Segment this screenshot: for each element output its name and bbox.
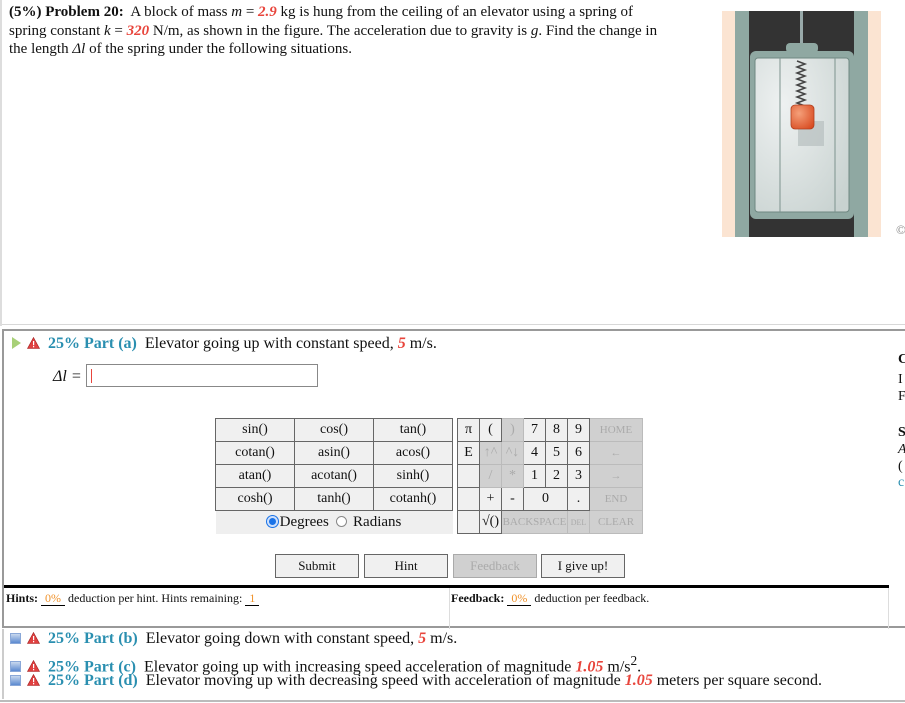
- key-right-arrow: →: [589, 464, 643, 488]
- calculator-keypad: sin() cos() tan() π ( ) 7 8 9 HOME cotan…: [215, 418, 643, 534]
- clipped-sidebar-text: A: [898, 442, 905, 458]
- key-cosh[interactable]: cosh(): [215, 487, 295, 511]
- key-superscript-down: ^↓: [501, 441, 524, 465]
- key-left-arrow: ←: [589, 441, 643, 465]
- problem-text: (5%) Problem 20: A block of mass m = 2.9…: [9, 4, 658, 57]
- key-atan[interactable]: atan(): [215, 464, 295, 488]
- key-home: HOME: [589, 418, 643, 442]
- clipped-sidebar-text: C: [898, 352, 905, 367]
- hint-deduction: 0%: [41, 591, 66, 606]
- clipped-sidebar-text: c: [898, 475, 905, 490]
- key-tanh[interactable]: tanh(): [294, 487, 374, 511]
- spring-constant-value: 320: [126, 22, 150, 39]
- key-multiply: *: [501, 464, 524, 488]
- elevator-figure: [720, 5, 883, 237]
- hints-info: Hints: 0% deduction per hint. Hints rema…: [6, 591, 260, 606]
- key-pi[interactable]: π: [457, 418, 480, 442]
- key-asin[interactable]: asin(): [294, 441, 374, 465]
- key-backspace: BACKSPACE: [501, 510, 568, 534]
- part-b-header[interactable]: 25% Part (b) Elevator going down with co…: [10, 630, 457, 648]
- text-caret: [91, 369, 92, 383]
- part-a-panel: 25% Part (a) Elevator going up with cons…: [2, 329, 905, 629]
- problem-weight: (5%): [9, 4, 42, 20]
- key-close-paren: ): [501, 418, 524, 442]
- submit-button[interactable]: Submit: [275, 554, 359, 578]
- clipped-sidebar-text: (: [898, 459, 903, 474]
- key-clear: CLEAR: [589, 510, 643, 534]
- part-a-percent: 25% Part (a): [48, 335, 137, 352]
- expand-arrow-icon[interactable]: [12, 337, 21, 349]
- copyright-symbol: ©: [896, 222, 905, 237]
- key-open-paren[interactable]: (: [479, 418, 502, 442]
- key-tan[interactable]: tan(): [373, 418, 453, 442]
- key-superscript-up: ↑^: [479, 441, 502, 465]
- key-decimal[interactable]: .: [567, 487, 590, 511]
- hint-feedback-bar: Hints: 0% deduction per hint. Hints rema…: [4, 585, 889, 629]
- speed-value: 5: [397, 335, 406, 352]
- collapsed-parts: 25% Part (b) Elevator going down with co…: [2, 629, 905, 699]
- expand-icon[interactable]: [10, 675, 21, 686]
- hint-button[interactable]: Hint: [364, 554, 448, 578]
- answer-input[interactable]: [86, 364, 318, 387]
- warning-icon: [27, 632, 40, 644]
- key-sinh[interactable]: sinh(): [373, 464, 453, 488]
- key-4[interactable]: 4: [523, 441, 546, 465]
- key-plus[interactable]: +: [479, 487, 502, 511]
- key-1[interactable]: 1: [523, 464, 546, 488]
- part-d-header[interactable]: 25% Part (d) Elevator moving up with dec…: [10, 672, 822, 690]
- radians-radio[interactable]: [336, 515, 348, 527]
- clipped-sidebar-text: S: [898, 425, 905, 440]
- feedback-button: Feedback: [453, 554, 537, 578]
- key-6[interactable]: 6: [567, 441, 590, 465]
- problem-statement: (5%) Problem 20: A block of mass m = 2.9…: [0, 0, 905, 326]
- expand-icon[interactable]: [10, 661, 21, 673]
- key-cos[interactable]: cos(): [294, 418, 374, 442]
- warning-icon: [27, 674, 40, 686]
- angle-mode-group: Degrees Radians: [215, 510, 453, 534]
- key-0[interactable]: 0: [523, 487, 568, 511]
- hints-remaining: 1: [245, 591, 260, 606]
- key-sqrt[interactable]: √(): [479, 510, 502, 534]
- key-blank: [457, 464, 480, 488]
- key-cotanh[interactable]: cotanh(): [373, 487, 453, 511]
- degrees-radio[interactable]: [266, 515, 278, 527]
- key-7[interactable]: 7: [523, 418, 546, 442]
- key-e[interactable]: E: [457, 441, 480, 465]
- key-sin[interactable]: sin(): [215, 418, 295, 442]
- answer-label: Δl =: [53, 368, 82, 385]
- clipped-sidebar-text: F: [898, 389, 905, 404]
- key-blank: [457, 510, 480, 534]
- divider: [0, 700, 905, 702]
- part-a-header[interactable]: 25% Part (a) Elevator going up with cons…: [12, 335, 437, 353]
- key-acotan[interactable]: acotan(): [294, 464, 374, 488]
- key-cotan[interactable]: cotan(): [215, 441, 295, 465]
- key-blank: [457, 487, 480, 511]
- warning-icon: [27, 337, 40, 349]
- warning-icon: [27, 660, 40, 673]
- key-minus[interactable]: -: [501, 487, 524, 511]
- mass-value: 2.9: [258, 4, 277, 20]
- key-acos[interactable]: acos(): [373, 441, 453, 465]
- key-8[interactable]: 8: [545, 418, 568, 442]
- key-del: DEL: [567, 510, 590, 534]
- key-2[interactable]: 2: [545, 464, 568, 488]
- key-divide: /: [479, 464, 502, 488]
- problem-title: Problem 20:: [45, 4, 124, 20]
- expand-icon[interactable]: [10, 633, 21, 644]
- radians-label[interactable]: Radians: [353, 514, 401, 530]
- key-end: END: [589, 487, 643, 511]
- key-5[interactable]: 5: [545, 441, 568, 465]
- clipped-sidebar-text: I: [898, 372, 903, 387]
- feedback-info: Feedback: 0% deduction per feedback.: [451, 591, 650, 606]
- divider: [2, 324, 905, 325]
- feedback-deduction: 0%: [507, 591, 532, 606]
- degrees-label[interactable]: Degrees: [280, 514, 329, 530]
- key-3[interactable]: 3: [567, 464, 590, 488]
- give-up-button[interactable]: I give up!: [541, 554, 625, 578]
- key-9[interactable]: 9: [567, 418, 590, 442]
